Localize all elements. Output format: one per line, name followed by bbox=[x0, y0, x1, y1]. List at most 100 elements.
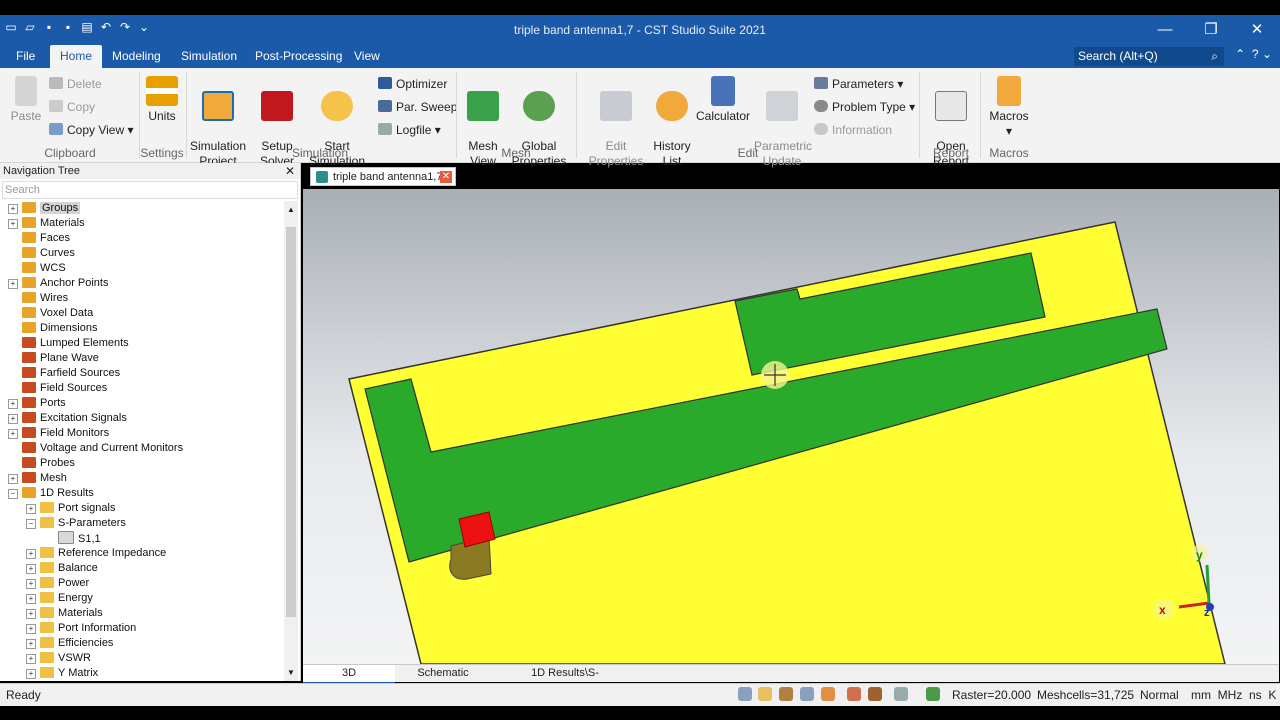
tree-item[interactable]: − S-Parameters bbox=[26, 516, 126, 531]
tree-item[interactable]: + Mesh bbox=[8, 471, 67, 486]
parameters-button[interactable]: Parameters ▾ bbox=[814, 76, 903, 92]
tree-item[interactable]: + Materials bbox=[26, 606, 103, 621]
expand-icon[interactable]: + bbox=[26, 639, 36, 649]
tree-item[interactable]: Field Sources bbox=[22, 381, 107, 396]
expand-icon[interactable]: + bbox=[8, 279, 18, 289]
expand-icon[interactable]: + bbox=[8, 474, 18, 484]
tree-search-input[interactable]: Search bbox=[2, 181, 298, 199]
spin-icon[interactable] bbox=[821, 687, 835, 701]
logfile-button[interactable]: Logfile ▾ bbox=[378, 122, 441, 138]
tab-simulation[interactable]: Simulation bbox=[171, 45, 247, 68]
tree-item[interactable]: WCS bbox=[22, 261, 66, 276]
tree-item[interactable]: − 1D Results bbox=[8, 486, 94, 501]
expand-icon[interactable]: + bbox=[26, 594, 36, 604]
fit-view-icon[interactable] bbox=[847, 687, 861, 701]
scroll-down-icon[interactable]: ▼ bbox=[287, 668, 295, 677]
tree-item[interactable]: + Efficiencies bbox=[26, 636, 113, 651]
minimize-button[interactable]: — bbox=[1142, 15, 1188, 45]
mesh-view-button[interactable]: Mesh View bbox=[463, 76, 503, 184]
collapse-icon[interactable]: − bbox=[26, 519, 36, 529]
paste-button[interactable]: Paste bbox=[8, 76, 44, 124]
ribbon-collapse-icon[interactable]: ⌃ bbox=[1235, 47, 1245, 61]
tree-item[interactable]: + Field Monitors bbox=[8, 426, 109, 441]
expand-icon[interactable]: + bbox=[26, 504, 36, 514]
tab-modeling[interactable]: Modeling bbox=[102, 45, 171, 68]
tab-post-processing[interactable]: Post-Processing bbox=[245, 45, 352, 68]
expand-icon[interactable]: + bbox=[8, 414, 18, 424]
tab-3d[interactable]: 3D bbox=[303, 665, 395, 684]
scroll-up-icon[interactable]: ▲ bbox=[287, 205, 295, 214]
tree-item[interactable]: + VSWR bbox=[26, 651, 91, 666]
expand-icon[interactable]: + bbox=[8, 219, 18, 229]
document-tab[interactable]: triple band antenna1,7 ✕ bbox=[310, 167, 456, 186]
tree-item[interactable]: Farfield Sources bbox=[22, 366, 120, 381]
tree-item[interactable]: S1,1 bbox=[58, 531, 101, 546]
tree-item[interactable]: Faces bbox=[22, 231, 70, 246]
help-dropdown-icon[interactable]: ⌄ bbox=[1262, 47, 1272, 61]
tree-item[interactable]: + Materials bbox=[8, 216, 85, 231]
expand-icon[interactable]: + bbox=[26, 624, 36, 634]
tab-view[interactable]: View bbox=[344, 45, 390, 68]
tree-item[interactable]: + Groups bbox=[8, 201, 81, 216]
information-button[interactable]: Information bbox=[814, 122, 892, 138]
open-report-button[interactable]: Open Report bbox=[926, 76, 976, 184]
tree-item[interactable]: Lumped Elements bbox=[22, 336, 129, 351]
global-properties-button[interactable]: Global Properties bbox=[508, 76, 570, 184]
grid-icon[interactable] bbox=[926, 687, 940, 701]
tree-item[interactable]: Dimensions bbox=[22, 321, 97, 336]
close-window-button[interactable]: ✕ bbox=[1234, 15, 1280, 45]
tree-item[interactable]: Voltage and Current Monitors bbox=[22, 441, 183, 456]
help-icons[interactable]: ⌃ ? ⌄ bbox=[1235, 47, 1272, 61]
close-panel-icon[interactable]: ✕ bbox=[285, 163, 295, 179]
expand-icon[interactable]: + bbox=[26, 669, 36, 679]
tree-item[interactable]: Probes bbox=[22, 456, 75, 471]
par-sweep-button[interactable]: Par. Sweep bbox=[378, 99, 457, 115]
parametric-update-button[interactable]: Parametric Update bbox=[754, 76, 812, 184]
antenna-model[interactable]: x y z bbox=[303, 189, 1279, 664]
scrollbar-thumb[interactable] bbox=[286, 227, 296, 617]
expand-icon[interactable]: + bbox=[26, 609, 36, 619]
restore-button[interactable]: ❐ bbox=[1188, 15, 1234, 45]
collapse-icon[interactable]: − bbox=[8, 489, 18, 499]
tree-item[interactable]: Wires bbox=[22, 291, 68, 306]
tab-home[interactable]: Home bbox=[50, 45, 103, 68]
tree-item[interactable]: Curves bbox=[22, 246, 75, 261]
expand-icon[interactable]: + bbox=[26, 654, 36, 664]
expand-icon[interactable]: + bbox=[26, 564, 36, 574]
tree-scrollbar[interactable]: ▲ ▼ bbox=[284, 201, 298, 681]
rotate-icon[interactable] bbox=[779, 687, 793, 701]
expand-icon[interactable]: + bbox=[8, 399, 18, 409]
tree-item[interactable]: Plane Wave bbox=[22, 351, 99, 366]
history-list-button[interactable]: History List bbox=[652, 76, 692, 184]
copy-view-button[interactable]: Copy View ▾ bbox=[49, 122, 134, 138]
close-tab-icon[interactable]: ✕ bbox=[440, 171, 452, 183]
calculator-button[interactable]: Calculator bbox=[696, 76, 750, 124]
problem-type-button[interactable]: Problem Type ▾ bbox=[814, 99, 915, 115]
units-button[interactable]: Units bbox=[144, 76, 180, 124]
tree-item[interactable]: + Anchor Points bbox=[8, 276, 108, 291]
select-icon[interactable] bbox=[868, 687, 882, 701]
pan-icon[interactable] bbox=[758, 687, 772, 701]
delete-button[interactable]: Delete bbox=[49, 76, 102, 92]
search-input[interactable]: Search (Alt+Q) ⌕ bbox=[1074, 47, 1224, 66]
tree-item[interactable]: + Energy bbox=[26, 591, 93, 606]
zoom-icon[interactable] bbox=[738, 687, 752, 701]
tree-item[interactable]: + Ports bbox=[8, 396, 66, 411]
view-cube-icon[interactable] bbox=[894, 687, 908, 701]
tree-item[interactable]: Voxel Data bbox=[22, 306, 93, 321]
copy-button[interactable]: Copy bbox=[49, 99, 95, 115]
tree-item[interactable]: + Excitation Signals bbox=[8, 411, 127, 426]
macros-button[interactable]: Macros ▾ bbox=[987, 76, 1031, 139]
tab-schematic[interactable]: Schematic bbox=[395, 665, 491, 682]
tab-s11-result[interactable]: 1D Results\S-Parameters\S1,1 ✕ bbox=[495, 665, 635, 696]
tree-item[interactable]: + Balance bbox=[26, 561, 98, 576]
expand-icon[interactable]: + bbox=[26, 549, 36, 559]
help-icon[interactable]: ? bbox=[1252, 47, 1259, 61]
tab-file[interactable]: File bbox=[6, 45, 45, 68]
edit-properties-button[interactable]: Edit Properties bbox=[588, 76, 644, 184]
optimizer-button[interactable]: Optimizer bbox=[378, 76, 447, 92]
expand-icon[interactable]: + bbox=[8, 204, 18, 214]
3d-view[interactable]: x y z bbox=[303, 189, 1279, 664]
tree-item[interactable]: + Reference Impedance bbox=[26, 546, 166, 561]
expand-icon[interactable]: + bbox=[26, 579, 36, 589]
